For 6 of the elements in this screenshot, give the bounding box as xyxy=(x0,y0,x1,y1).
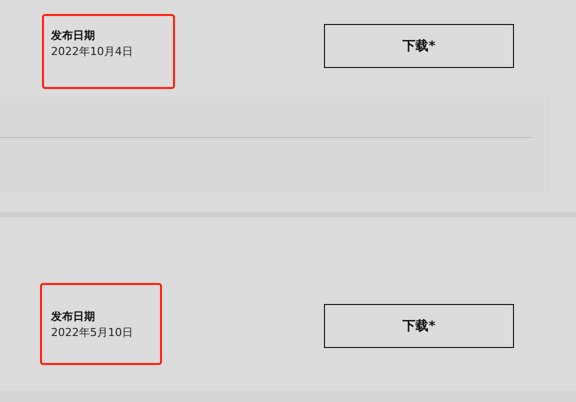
date-label: 发布日期 xyxy=(51,309,96,324)
download-button[interactable]: 下载* xyxy=(324,24,514,68)
date-label: 发布日期 xyxy=(51,28,96,43)
download-button[interactable]: 下载* xyxy=(324,304,514,348)
date-value: 2022年5月10日 xyxy=(51,325,134,340)
date-value: 2022年10月4日 xyxy=(51,44,134,59)
